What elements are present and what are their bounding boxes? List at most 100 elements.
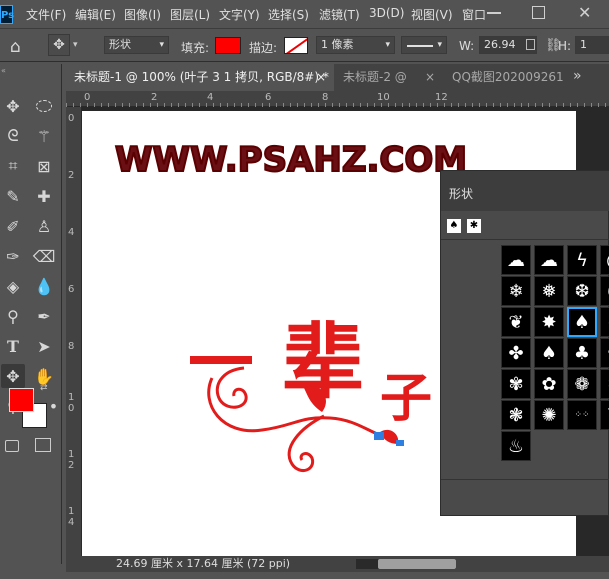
brush-tool-icon[interactable]: ✐ <box>1 214 25 238</box>
swap-colors-icon[interactable]: ⇄ <box>40 383 48 393</box>
panel-divider <box>441 239 609 240</box>
height-input[interactable]: 1 <box>575 36 609 54</box>
width-input[interactable]: 26.94 <box>479 36 537 54</box>
blur-tool-icon[interactable]: 💧 <box>32 274 56 298</box>
chevron-down-icon: ▾ <box>437 40 442 50</box>
swirl-bottom <box>287 414 325 473</box>
panel-divider <box>441 479 609 480</box>
flower-icon[interactable]: ✽ <box>600 369 609 399</box>
tool-mode-dropdown[interactable]: 形状 ▾ <box>104 36 169 54</box>
screen-mode-icon[interactable] <box>35 438 51 452</box>
menu-window[interactable]: 窗口 <box>462 6 486 23</box>
healing-brush-icon[interactable]: ✚ <box>32 184 56 208</box>
maple-leaf-icon[interactable]: ✸ <box>534 307 564 337</box>
scrollbar-thumb[interactable] <box>378 559 456 569</box>
flower-icon[interactable]: ✾ <box>501 369 531 399</box>
clone-stamp-icon[interactable]: ♙ <box>32 214 56 238</box>
menu-3d[interactable]: 3D(D) <box>369 6 404 20</box>
selection-handle[interactable] <box>374 432 384 440</box>
snowflake-icon[interactable]: ❆ <box>567 276 597 306</box>
home-icon[interactable]: ⌂ <box>10 37 21 57</box>
stroke-label: 描边: <box>249 41 278 55</box>
eyedropper-icon[interactable]: ✎ <box>1 184 25 208</box>
menu-filter[interactable]: 滤镜(T) <box>319 6 360 23</box>
paint-bucket-icon[interactable]: ◈ <box>1 274 25 298</box>
crop-tool-icon[interactable]: ⌗ <box>1 154 25 178</box>
selection-handle[interactable] <box>396 440 404 446</box>
tab-label: 未标题-1 @ 100% (叶子 3 1 拷贝, RGB/8#) * <box>74 70 329 84</box>
tab-document-2[interactable]: 未标题-2 @ × <box>335 64 442 91</box>
tab-document-1[interactable]: 未标题-1 @ 100% (叶子 3 1 拷贝, RGB/8#) * × <box>66 64 334 91</box>
move-tool-icon[interactable]: ✥ <box>1 94 25 118</box>
leaf-selected-icon[interactable]: ♠ <box>567 307 597 337</box>
star-small-icon[interactable]: ✱ <box>467 219 481 233</box>
minimize-icon[interactable] <box>487 12 501 14</box>
custom-shape-tool-icon[interactable]: ✥ <box>1 364 25 388</box>
foreground-color-swatch[interactable] <box>9 388 34 412</box>
tab-close-icon[interactable]: × <box>316 64 326 91</box>
leaf-icon[interactable]: ❀ <box>600 338 609 368</box>
stroke-type-dropdown[interactable]: ▾ <box>401 36 447 54</box>
menu-file[interactable]: 文件(F) <box>26 6 66 23</box>
grass-icon[interactable]: ♨ <box>501 431 531 461</box>
vertical-ruler: 0 2 4 6 8 1 0 1 2 1 4 <box>66 107 82 556</box>
leaf-small-icon[interactable]: ♠ <box>447 219 461 233</box>
lasso-tool-icon[interactable]: ᘓ <box>1 124 25 148</box>
curl-icon[interactable]: ᘏ <box>600 276 609 306</box>
ruler-tick: 10 <box>377 92 390 103</box>
flower-icon[interactable]: ❃ <box>501 400 531 430</box>
chevron-down-icon[interactable]: ▾ <box>73 40 78 50</box>
snowflake-icon[interactable]: ❄ <box>501 276 531 306</box>
calligraphy-artwork[interactable]: 辈 子 <box>182 308 452 488</box>
path-selection-icon[interactable]: ➤ <box>32 334 56 358</box>
dots-icon[interactable]: ⁘⁘ <box>567 400 597 430</box>
type-tool-icon[interactable]: T <box>1 334 25 358</box>
swirl-icon[interactable]: @ <box>600 245 609 275</box>
menu-layer[interactable]: 图层(L) <box>170 6 210 23</box>
marquee-tool-icon[interactable] <box>32 94 56 118</box>
cloud-icon[interactable]: ☁ <box>501 245 531 275</box>
close-icon[interactable]: ✕ <box>578 3 591 22</box>
flower-icon[interactable]: ✺ <box>534 400 564 430</box>
menu-view[interactable]: 视图(V) <box>411 6 453 23</box>
grass-icon[interactable]: ⺌ <box>600 400 609 430</box>
tab-document-3[interactable]: QQ截图202009261 <box>444 64 564 91</box>
quick-mask-icon[interactable] <box>5 440 19 452</box>
history-brush-icon[interactable]: ✑ <box>1 244 25 268</box>
flower-icon[interactable]: ✿ <box>534 369 564 399</box>
photoshop-logo[interactable]: Ps <box>0 5 14 24</box>
width-value: 26.94 <box>484 38 516 51</box>
stroke-width-dropdown[interactable]: 1 像素 ▾ <box>316 36 395 54</box>
collapse-icon[interactable]: « <box>1 66 6 75</box>
lightning-icon[interactable]: ϟ <box>567 245 597 275</box>
leaf-icon[interactable]: ❧ <box>600 307 609 337</box>
clover-icon[interactable]: ♣ <box>567 338 597 368</box>
dodge-tool-icon[interactable]: ⚲ <box>1 304 25 328</box>
leaf-icon[interactable]: ✤ <box>501 338 531 368</box>
flower-icon[interactable]: ❁ <box>567 369 597 399</box>
menu-edit[interactable]: 编辑(E) <box>75 6 116 23</box>
panel-header: 形状 <box>441 171 609 211</box>
menu-image[interactable]: 图像(I) <box>124 6 161 23</box>
shape-tool-preset-icon[interactable]: ✥ <box>48 34 70 56</box>
fill-color-swatch[interactable] <box>215 37 241 54</box>
tab-close-icon[interactable]: × <box>425 64 435 91</box>
menu-type[interactable]: 文字(Y) <box>219 6 260 23</box>
frame-tool-icon[interactable]: ⊠ <box>32 154 56 178</box>
document-size: 24.69 厘米 x 17.64 厘米 (72 ppi) <box>116 557 291 570</box>
stroke-color-swatch[interactable] <box>284 37 308 54</box>
leaf-icon[interactable]: ❦ <box>501 307 531 337</box>
ruler-tick: 0 <box>84 92 91 103</box>
menu-select[interactable]: 选择(S) <box>268 6 309 23</box>
maximize-icon[interactable] <box>532 6 545 19</box>
tool-mode-value: 形状 <box>109 38 131 51</box>
cloud-outline-icon[interactable]: ☁ <box>534 245 564 275</box>
snowflake-icon[interactable]: ❅ <box>534 276 564 306</box>
shape-picker-panel: 形状 ♠ ✱ ☁ ☁ ϟ @ ❄ ❅ ❆ ᘏ ❦ ✸ ♠ ❧ ✤ ♠ ♣ ❀ ✾… <box>440 170 609 516</box>
leaf-icon[interactable]: ♠ <box>534 338 564 368</box>
magic-wand-icon[interactable]: ⚚ <box>32 124 56 148</box>
more-tabs-icon[interactable]: » <box>573 68 582 84</box>
eraser-icon[interactable]: ⌫ <box>32 244 56 268</box>
no-stroke-icon <box>286 38 307 53</box>
pen-tool-icon[interactable]: ✒ <box>32 304 56 328</box>
